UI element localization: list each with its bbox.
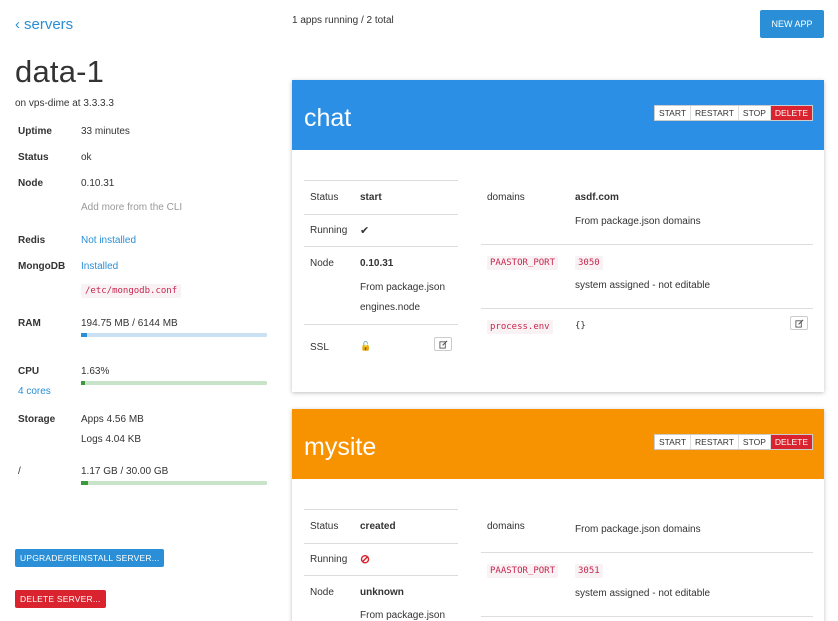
app-domain: asdf.com: [575, 192, 619, 203]
process-env-value: {}: [575, 321, 586, 331]
server-host: on vps-dime at 3.3.3.3: [15, 98, 114, 109]
mongodb-status-link[interactable]: Installed: [81, 261, 118, 272]
status-label: Status: [310, 192, 339, 203]
disk-usage-fill: [81, 481, 89, 485]
cpu-label: CPU: [18, 366, 40, 377]
new-app-button[interactable]: NEW APP: [760, 10, 824, 38]
env-key-process-env: process.env: [487, 320, 553, 334]
stop-button[interactable]: STOP: [738, 106, 771, 120]
node-hint: engines.node: [360, 302, 421, 313]
storage-apps: Apps 4.56 MB: [81, 414, 144, 425]
redis-install-link[interactable]: Not installed: [81, 235, 136, 246]
port-hint: system assigned - not editable: [575, 280, 711, 291]
domains-hint: From package.json domains: [575, 524, 701, 535]
unlock-icon: 🔓: [360, 341, 372, 351]
port-value: 3050: [575, 256, 603, 270]
app-node-version: unknown: [360, 587, 404, 598]
node-hint: From package.json: [360, 282, 446, 293]
status-label: Status: [310, 521, 339, 532]
row-divider: [304, 324, 458, 325]
row-divider: [304, 543, 458, 544]
mongodb-label: MongoDB: [18, 261, 66, 272]
server-name: data-1: [15, 54, 105, 89]
running-label: Running: [310, 554, 348, 565]
restart-button[interactable]: RESTART: [691, 435, 739, 449]
apps-running-count: 1 apps running / 2 total: [292, 15, 394, 26]
ssl-label: SSL: [310, 342, 329, 353]
domains-label: domains: [487, 521, 525, 532]
node-label: Node: [310, 587, 334, 598]
app-card-header: mysite START RESTART STOP DELETE: [292, 409, 824, 479]
cpu-cores-link[interactable]: 4 cores: [18, 386, 51, 397]
node-hint: Add more from the CLI: [81, 202, 183, 213]
not-running-icon: ⊘: [360, 552, 371, 566]
node-hint: From package.json: [360, 610, 446, 621]
app-controls: START RESTART STOP DELETE: [653, 434, 813, 450]
back-link-label: servers: [24, 16, 74, 33]
env-edit-button[interactable]: [790, 316, 808, 330]
app-status: start: [360, 192, 382, 203]
cpu-usage-fill: [81, 381, 85, 385]
cpu-value: 1.63%: [81, 366, 110, 377]
edit-icon: [438, 340, 447, 349]
ram-usage-fill: [81, 333, 87, 337]
env-key-port: PAASTOR_PORT: [487, 256, 559, 270]
row-divider: [481, 308, 813, 309]
mongodb-conf-path: /etc/mongodb.conf: [81, 284, 182, 298]
row-divider: [481, 552, 813, 553]
row-divider: [481, 616, 813, 617]
start-button[interactable]: START: [654, 435, 692, 449]
uptime-value: 33 minutes: [81, 126, 130, 137]
node-version: 0.10.31: [81, 178, 115, 189]
ram-value: 194.75 MB / 6144 MB: [81, 318, 178, 329]
stop-button[interactable]: STOP: [738, 435, 771, 449]
domains-label: domains: [487, 192, 525, 203]
disk-label: /: [18, 466, 21, 477]
app-card-chat: chat START RESTART STOP DELETE Status st…: [292, 80, 824, 392]
row-divider: [481, 244, 813, 245]
app-name: mysite: [304, 433, 377, 461]
cpu-usage-bar: [81, 381, 267, 385]
restart-button[interactable]: RESTART: [691, 106, 739, 120]
upgrade-server-button[interactable]: UPGRADE/REINSTALL SERVER...: [15, 549, 165, 567]
domains-hint: From package.json domains: [575, 216, 701, 227]
storage-label: Storage: [18, 414, 56, 425]
app-controls: START RESTART STOP DELETE: [653, 105, 813, 121]
app-node-version: 0.10.31: [360, 258, 394, 269]
ssl-edit-button[interactable]: [434, 337, 452, 351]
status-label: Status: [18, 152, 49, 163]
status-value: ok: [81, 152, 92, 163]
app-card-header: chat START RESTART STOP DELETE: [292, 80, 824, 150]
port-hint: system assigned - not editable: [575, 588, 711, 599]
row-divider: [304, 509, 458, 510]
disk-value: 1.17 GB / 30.00 GB: [81, 466, 169, 477]
node-label: Node: [18, 178, 43, 189]
edit-icon: [794, 319, 803, 328]
app-name: chat: [304, 104, 352, 132]
check-icon: ✔: [360, 225, 370, 237]
servers-back-link[interactable]: ‹ servers: [15, 16, 73, 33]
chevron-left-icon: ‹: [15, 16, 20, 33]
env-key-port: PAASTOR_PORT: [487, 564, 559, 578]
node-label: Node: [310, 258, 334, 269]
port-value: 3051: [575, 564, 603, 578]
row-divider: [304, 214, 458, 215]
redis-label: Redis: [18, 235, 46, 246]
delete-server-button[interactable]: DELETE SERVER...: [15, 590, 106, 608]
row-divider: [304, 180, 458, 181]
running-label: Running: [310, 225, 348, 236]
delete-app-button[interactable]: DELETE: [770, 435, 812, 449]
disk-usage-bar: [81, 481, 267, 485]
app-card-mysite: mysite START RESTART STOP DELETE Status …: [292, 409, 824, 621]
start-button[interactable]: START: [654, 106, 692, 120]
ram-label: RAM: [18, 318, 41, 329]
row-divider: [304, 246, 458, 247]
storage-logs: Logs 4.04 KB: [81, 434, 142, 445]
ram-usage-bar: [81, 333, 267, 337]
app-status: created: [360, 521, 396, 532]
delete-app-button[interactable]: DELETE: [770, 106, 812, 120]
uptime-label: Uptime: [18, 126, 52, 137]
row-divider: [304, 575, 458, 576]
